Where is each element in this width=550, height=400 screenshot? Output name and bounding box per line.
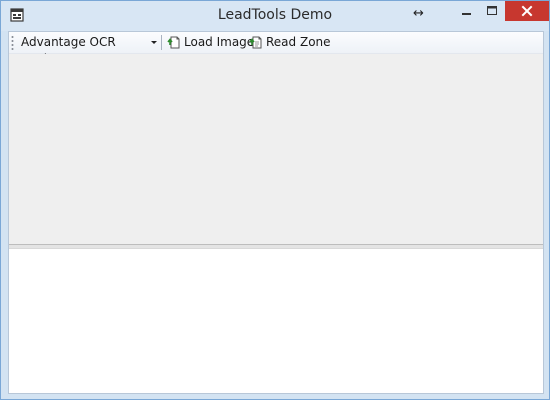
read-zone-button[interactable]: Read Zone	[249, 34, 331, 51]
minimize-button[interactable]	[453, 1, 479, 21]
resize-indicator: ↔	[413, 6, 424, 21]
close-icon	[521, 5, 533, 17]
load-image-icon	[167, 36, 180, 49]
load-image-label: Load Image	[184, 35, 255, 49]
load-image-button[interactable]: Load Image	[167, 34, 254, 51]
toolbar-separator	[161, 35, 162, 50]
minimize-icon	[462, 13, 471, 15]
ocr-engine-dropdown[interactable]: Advantage OCR Engine	[17, 34, 159, 66]
read-zone-icon	[249, 36, 262, 49]
image-viewer-panel[interactable]	[9, 54, 543, 244]
dropdown-arrow-icon[interactable]	[151, 41, 157, 44]
maximize-icon	[487, 6, 497, 15]
ocr-text-output[interactable]	[9, 249, 543, 393]
title-bar[interactable]: LeadTools Demo ↔	[1, 1, 549, 31]
client-area: Advantage OCR Engine Load Image	[8, 31, 544, 394]
read-zone-label: Read Zone	[266, 35, 331, 49]
toolbar: Advantage OCR Engine Load Image	[9, 32, 543, 66]
toolbar-grip[interactable]	[11, 35, 14, 51]
app-window: LeadTools Demo ↔ Advantage OCR Engine	[0, 0, 550, 400]
maximize-button[interactable]	[479, 1, 505, 21]
close-button[interactable]	[505, 1, 549, 21]
